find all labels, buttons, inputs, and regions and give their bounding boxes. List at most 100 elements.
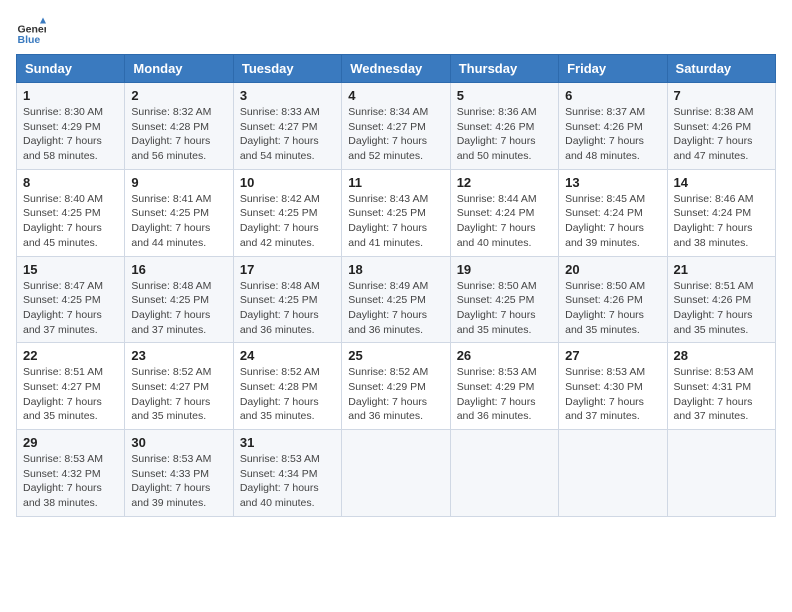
day-number: 11 xyxy=(348,175,443,190)
calendar-day-cell: 18 Sunrise: 8:49 AMSunset: 4:25 PMDaylig… xyxy=(342,256,450,343)
day-number: 19 xyxy=(457,262,552,277)
calendar-day-cell xyxy=(667,430,775,517)
day-number: 31 xyxy=(240,435,335,450)
weekday-header: Friday xyxy=(559,55,667,83)
day-detail: Sunrise: 8:32 AMSunset: 4:28 PMDaylight:… xyxy=(131,106,211,162)
weekday-header: Tuesday xyxy=(233,55,341,83)
calendar-day-cell: 24 Sunrise: 8:52 AMSunset: 4:28 PMDaylig… xyxy=(233,343,341,430)
day-number: 10 xyxy=(240,175,335,190)
calendar-day-cell: 7 Sunrise: 8:38 AMSunset: 4:26 PMDayligh… xyxy=(667,83,775,170)
day-detail: Sunrise: 8:53 AMSunset: 4:29 PMDaylight:… xyxy=(457,366,537,422)
day-detail: Sunrise: 8:53 AMSunset: 4:33 PMDaylight:… xyxy=(131,453,211,509)
day-detail: Sunrise: 8:45 AMSunset: 4:24 PMDaylight:… xyxy=(565,193,645,249)
day-detail: Sunrise: 8:33 AMSunset: 4:27 PMDaylight:… xyxy=(240,106,320,162)
day-detail: Sunrise: 8:52 AMSunset: 4:27 PMDaylight:… xyxy=(131,366,211,422)
svg-text:Blue: Blue xyxy=(18,34,41,46)
day-detail: Sunrise: 8:43 AMSunset: 4:25 PMDaylight:… xyxy=(348,193,428,249)
calendar-week-row: 1 Sunrise: 8:30 AMSunset: 4:29 PMDayligh… xyxy=(17,83,776,170)
weekday-header-row: SundayMondayTuesdayWednesdayThursdayFrid… xyxy=(17,55,776,83)
calendar-table: SundayMondayTuesdayWednesdayThursdayFrid… xyxy=(16,54,776,517)
day-detail: Sunrise: 8:50 AMSunset: 4:26 PMDaylight:… xyxy=(565,280,645,336)
day-number: 16 xyxy=(131,262,226,277)
calendar-day-cell xyxy=(559,430,667,517)
day-detail: Sunrise: 8:51 AMSunset: 4:26 PMDaylight:… xyxy=(674,280,754,336)
day-number: 23 xyxy=(131,348,226,363)
calendar-day-cell: 21 Sunrise: 8:51 AMSunset: 4:26 PMDaylig… xyxy=(667,256,775,343)
calendar-day-cell: 16 Sunrise: 8:48 AMSunset: 4:25 PMDaylig… xyxy=(125,256,233,343)
day-number: 5 xyxy=(457,88,552,103)
day-detail: Sunrise: 8:49 AMSunset: 4:25 PMDaylight:… xyxy=(348,280,428,336)
weekday-header: Monday xyxy=(125,55,233,83)
calendar-week-row: 22 Sunrise: 8:51 AMSunset: 4:27 PMDaylig… xyxy=(17,343,776,430)
day-number: 1 xyxy=(23,88,118,103)
calendar-day-cell: 15 Sunrise: 8:47 AMSunset: 4:25 PMDaylig… xyxy=(17,256,125,343)
calendar-day-cell: 22 Sunrise: 8:51 AMSunset: 4:27 PMDaylig… xyxy=(17,343,125,430)
calendar-day-cell: 27 Sunrise: 8:53 AMSunset: 4:30 PMDaylig… xyxy=(559,343,667,430)
calendar-day-cell: 3 Sunrise: 8:33 AMSunset: 4:27 PMDayligh… xyxy=(233,83,341,170)
day-detail: Sunrise: 8:34 AMSunset: 4:27 PMDaylight:… xyxy=(348,106,428,162)
day-number: 28 xyxy=(674,348,769,363)
day-number: 18 xyxy=(348,262,443,277)
day-detail: Sunrise: 8:53 AMSunset: 4:34 PMDaylight:… xyxy=(240,453,320,509)
calendar-day-cell: 30 Sunrise: 8:53 AMSunset: 4:33 PMDaylig… xyxy=(125,430,233,517)
day-detail: Sunrise: 8:53 AMSunset: 4:32 PMDaylight:… xyxy=(23,453,103,509)
calendar-day-cell: 13 Sunrise: 8:45 AMSunset: 4:24 PMDaylig… xyxy=(559,169,667,256)
calendar-day-cell: 10 Sunrise: 8:42 AMSunset: 4:25 PMDaylig… xyxy=(233,169,341,256)
weekday-header: Wednesday xyxy=(342,55,450,83)
calendar-day-cell: 8 Sunrise: 8:40 AMSunset: 4:25 PMDayligh… xyxy=(17,169,125,256)
logo: General Blue xyxy=(16,16,50,46)
calendar-day-cell: 26 Sunrise: 8:53 AMSunset: 4:29 PMDaylig… xyxy=(450,343,558,430)
day-number: 14 xyxy=(674,175,769,190)
day-number: 6 xyxy=(565,88,660,103)
calendar-day-cell xyxy=(450,430,558,517)
day-detail: Sunrise: 8:53 AMSunset: 4:30 PMDaylight:… xyxy=(565,366,645,422)
day-detail: Sunrise: 8:42 AMSunset: 4:25 PMDaylight:… xyxy=(240,193,320,249)
day-detail: Sunrise: 8:52 AMSunset: 4:29 PMDaylight:… xyxy=(348,366,428,422)
calendar-day-cell: 1 Sunrise: 8:30 AMSunset: 4:29 PMDayligh… xyxy=(17,83,125,170)
day-detail: Sunrise: 8:48 AMSunset: 4:25 PMDaylight:… xyxy=(131,280,211,336)
day-detail: Sunrise: 8:40 AMSunset: 4:25 PMDaylight:… xyxy=(23,193,103,249)
day-number: 7 xyxy=(674,88,769,103)
day-detail: Sunrise: 8:53 AMSunset: 4:31 PMDaylight:… xyxy=(674,366,754,422)
day-detail: Sunrise: 8:50 AMSunset: 4:25 PMDaylight:… xyxy=(457,280,537,336)
calendar-day-cell: 31 Sunrise: 8:53 AMSunset: 4:34 PMDaylig… xyxy=(233,430,341,517)
weekday-header: Sunday xyxy=(17,55,125,83)
calendar-day-cell: 25 Sunrise: 8:52 AMSunset: 4:29 PMDaylig… xyxy=(342,343,450,430)
calendar-week-row: 8 Sunrise: 8:40 AMSunset: 4:25 PMDayligh… xyxy=(17,169,776,256)
calendar-day-cell: 14 Sunrise: 8:46 AMSunset: 4:24 PMDaylig… xyxy=(667,169,775,256)
calendar-day-cell: 4 Sunrise: 8:34 AMSunset: 4:27 PMDayligh… xyxy=(342,83,450,170)
day-detail: Sunrise: 8:51 AMSunset: 4:27 PMDaylight:… xyxy=(23,366,103,422)
day-number: 27 xyxy=(565,348,660,363)
calendar-day-cell: 11 Sunrise: 8:43 AMSunset: 4:25 PMDaylig… xyxy=(342,169,450,256)
calendar-day-cell: 20 Sunrise: 8:50 AMSunset: 4:26 PMDaylig… xyxy=(559,256,667,343)
day-number: 13 xyxy=(565,175,660,190)
calendar-day-cell: 6 Sunrise: 8:37 AMSunset: 4:26 PMDayligh… xyxy=(559,83,667,170)
calendar-day-cell: 19 Sunrise: 8:50 AMSunset: 4:25 PMDaylig… xyxy=(450,256,558,343)
day-number: 25 xyxy=(348,348,443,363)
calendar-day-cell: 29 Sunrise: 8:53 AMSunset: 4:32 PMDaylig… xyxy=(17,430,125,517)
calendar-week-row: 15 Sunrise: 8:47 AMSunset: 4:25 PMDaylig… xyxy=(17,256,776,343)
day-detail: Sunrise: 8:48 AMSunset: 4:25 PMDaylight:… xyxy=(240,280,320,336)
day-number: 9 xyxy=(131,175,226,190)
calendar-week-row: 29 Sunrise: 8:53 AMSunset: 4:32 PMDaylig… xyxy=(17,430,776,517)
day-detail: Sunrise: 8:36 AMSunset: 4:26 PMDaylight:… xyxy=(457,106,537,162)
calendar-day-cell: 28 Sunrise: 8:53 AMSunset: 4:31 PMDaylig… xyxy=(667,343,775,430)
day-number: 30 xyxy=(131,435,226,450)
calendar-day-cell: 9 Sunrise: 8:41 AMSunset: 4:25 PMDayligh… xyxy=(125,169,233,256)
calendar-day-cell: 5 Sunrise: 8:36 AMSunset: 4:26 PMDayligh… xyxy=(450,83,558,170)
header: General Blue xyxy=(16,16,776,46)
day-number: 12 xyxy=(457,175,552,190)
day-number: 20 xyxy=(565,262,660,277)
day-number: 4 xyxy=(348,88,443,103)
day-number: 29 xyxy=(23,435,118,450)
day-number: 8 xyxy=(23,175,118,190)
calendar-day-cell: 23 Sunrise: 8:52 AMSunset: 4:27 PMDaylig… xyxy=(125,343,233,430)
day-detail: Sunrise: 8:52 AMSunset: 4:28 PMDaylight:… xyxy=(240,366,320,422)
calendar-day-cell: 12 Sunrise: 8:44 AMSunset: 4:24 PMDaylig… xyxy=(450,169,558,256)
day-number: 26 xyxy=(457,348,552,363)
day-number: 15 xyxy=(23,262,118,277)
day-detail: Sunrise: 8:30 AMSunset: 4:29 PMDaylight:… xyxy=(23,106,103,162)
day-detail: Sunrise: 8:41 AMSunset: 4:25 PMDaylight:… xyxy=(131,193,211,249)
day-number: 3 xyxy=(240,88,335,103)
day-number: 21 xyxy=(674,262,769,277)
